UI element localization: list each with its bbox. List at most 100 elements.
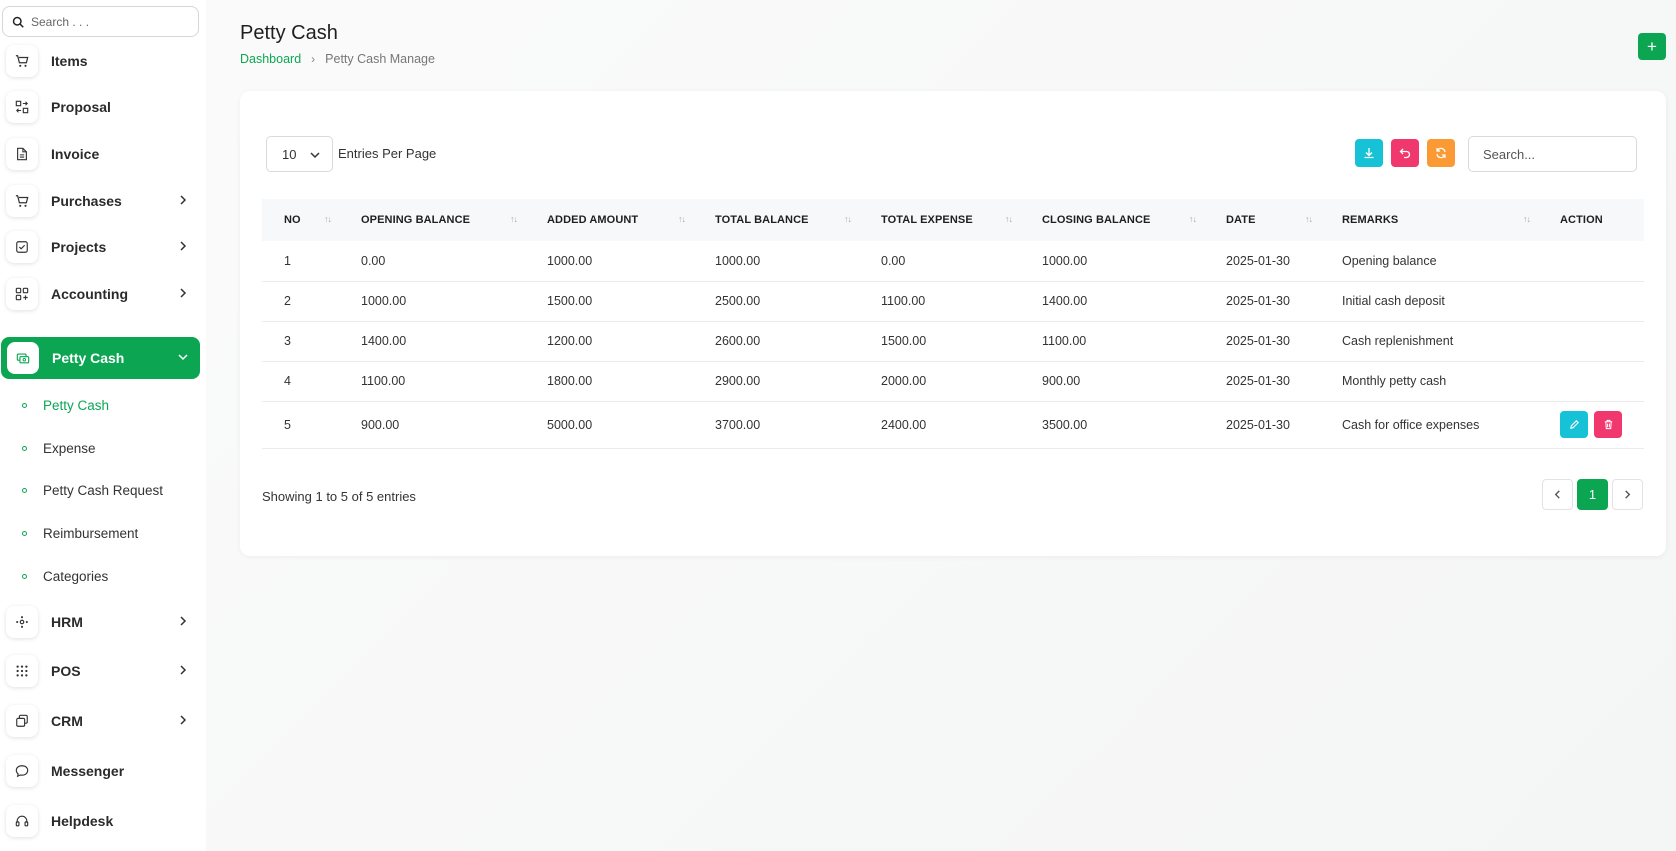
cell-closing-balance: 1100.00	[1020, 321, 1204, 362]
entries-per-page-value: 10	[282, 146, 297, 162]
cell-no: 2	[262, 281, 339, 322]
sidebar-item-label: Petty Cash	[52, 350, 125, 366]
sidebar-item-purchases[interactable]: Purchases	[0, 180, 200, 222]
sidebar: Items Proposal Invoice Purchases Project…	[0, 0, 206, 851]
chevron-left-icon	[1554, 490, 1560, 499]
sidebar-item-crm[interactable]: CRM	[0, 700, 200, 742]
cell-action	[1538, 321, 1644, 362]
sidebar-item-label: Accounting	[51, 286, 128, 302]
cash-icon	[7, 342, 39, 374]
sidebar-item-label: HRM	[51, 614, 83, 630]
column-header-remarks[interactable]: REMARKS ↑↓	[1320, 199, 1538, 241]
cell-action	[1538, 241, 1644, 282]
cell-remarks: Opening balance	[1320, 241, 1538, 282]
petty-cash-card: 10 Entries Per Page NO ↑↓ OPENING BALANCE…	[240, 91, 1666, 556]
cell-total-balance: 3700.00	[693, 401, 859, 449]
submenu-item-petty-cash-request[interactable]: Petty Cash Request	[22, 479, 163, 501]
refresh-button[interactable]	[1427, 139, 1455, 167]
delete-button[interactable]	[1594, 411, 1622, 438]
prev-page-button[interactable]	[1542, 479, 1573, 510]
sidebar-item-invoice[interactable]: Invoice	[0, 133, 200, 175]
submenu-item-categories[interactable]: Categories	[22, 565, 108, 587]
column-header-added-amount[interactable]: ADDED AMOUNT ↑↓	[525, 199, 693, 241]
column-header-closing-balance[interactable]: CLOSING BALANCE ↑↓	[1020, 199, 1204, 241]
table-row: 1 0.00 1000.00 1000.00 0.00 1000.00 2025…	[262, 241, 1644, 282]
sidebar-item-proposal[interactable]: Proposal	[0, 86, 200, 128]
sort-icon: ↑↓	[1005, 214, 1013, 224]
submenu-label: Categories	[43, 568, 109, 584]
column-header-label: OPENING BALANCE	[361, 214, 471, 226]
pencil-icon	[1569, 420, 1579, 429]
column-header-label: ACTION	[1560, 214, 1603, 226]
page-button[interactable]: 1	[1577, 479, 1608, 510]
submenu-label: Reimbursement	[43, 525, 139, 541]
bullet-icon	[22, 530, 27, 536]
download-button[interactable]	[1355, 139, 1383, 167]
table-row: 4 1100.00 1800.00 2900.00 2000.00 900.00…	[262, 361, 1644, 402]
cell-date: 2025-01-30	[1204, 241, 1320, 282]
cell-total-expense: 2000.00	[859, 361, 1020, 402]
column-header-date[interactable]: DATE ↑↓	[1204, 199, 1320, 241]
edit-button[interactable]	[1560, 411, 1588, 438]
column-header-total-expense[interactable]: TOTAL EXPENSE ↑↓	[859, 199, 1020, 241]
column-header-label: DATE	[1226, 214, 1256, 226]
cell-action	[1538, 401, 1644, 449]
cell-remarks: Monthly petty cash	[1320, 361, 1538, 402]
submenu-item-petty-cash[interactable]: Petty Cash	[22, 394, 109, 416]
cell-opening-balance: 0.00	[339, 241, 525, 282]
cell-closing-balance: 1400.00	[1020, 281, 1204, 322]
cell-action	[1538, 281, 1644, 322]
submenu-label: Petty Cash	[43, 397, 110, 413]
add-petty-cash-button[interactable]: +	[1638, 33, 1666, 60]
cell-remarks: Cash for office expenses	[1320, 401, 1538, 449]
column-header-total-balance[interactable]: TOTAL BALANCE ↑↓	[693, 199, 859, 241]
breadcrumb-dashboard-link[interactable]: Dashboard	[240, 52, 301, 66]
sidebar-item-helpdesk[interactable]: Helpdesk	[0, 800, 200, 842]
submenu-item-expense[interactable]: Expense	[22, 437, 96, 459]
chevron-right-icon	[180, 665, 187, 675]
cell-no: 3	[262, 321, 339, 362]
cart-icon	[6, 185, 38, 217]
cell-date: 2025-01-30	[1204, 361, 1320, 402]
hrm-icon	[6, 606, 38, 638]
sidebar-item-hrm[interactable]: HRM	[0, 601, 200, 643]
sidebar-item-label: Proposal	[51, 99, 111, 115]
sidebar-item-items[interactable]: Items	[0, 40, 200, 82]
sidebar-search[interactable]	[2, 6, 199, 37]
cell-date: 2025-01-30	[1204, 281, 1320, 322]
download-icon	[1364, 148, 1374, 159]
submenu-item-reimbursement[interactable]: Reimbursement	[22, 522, 138, 544]
cart-icon	[6, 45, 38, 77]
sidebar-item-label: Messenger	[51, 763, 125, 779]
grid-dots-icon	[6, 655, 38, 687]
cell-no: 4	[262, 361, 339, 402]
sidebar-item-projects[interactable]: Projects	[0, 226, 200, 268]
sidebar-item-label: Projects	[51, 239, 107, 255]
chevron-right-icon	[180, 288, 187, 298]
sidebar-item-pos[interactable]: POS	[0, 650, 200, 692]
chevron-right-icon	[180, 241, 187, 251]
proposal-icon	[6, 91, 38, 123]
sidebar-item-label: Purchases	[51, 193, 122, 209]
chat-icon	[6, 755, 38, 787]
sort-icon: ↑↓	[1523, 214, 1531, 224]
cell-remarks: Cash replenishment	[1320, 321, 1538, 362]
cell-action	[1538, 361, 1644, 402]
cell-total-expense: 0.00	[859, 241, 1020, 282]
pagination: 1	[1538, 479, 1643, 510]
sidebar-item-petty-cash[interactable]: Petty Cash	[1, 337, 200, 379]
column-header-no[interactable]: NO ↑↓	[262, 199, 339, 241]
table-search-input[interactable]	[1468, 136, 1637, 172]
cell-remarks: Initial cash deposit	[1320, 281, 1538, 322]
sidebar-search-input[interactable]	[31, 14, 181, 29]
sidebar-item-messenger[interactable]: Messenger	[0, 750, 200, 792]
column-header-opening-balance[interactable]: OPENING BALANCE ↑↓	[339, 199, 525, 241]
undo-button[interactable]	[1391, 139, 1419, 167]
table-row: 3 1400.00 1200.00 2600.00 1500.00 1100.0…	[262, 321, 1644, 362]
entries-per-page-select[interactable]: 10	[266, 136, 333, 172]
next-page-button[interactable]	[1612, 479, 1643, 510]
undo-icon	[1399, 148, 1411, 159]
sidebar-item-accounting[interactable]: Accounting	[0, 273, 200, 315]
cell-total-balance: 2600.00	[693, 321, 859, 362]
sort-icon: ↑↓	[1305, 214, 1313, 224]
